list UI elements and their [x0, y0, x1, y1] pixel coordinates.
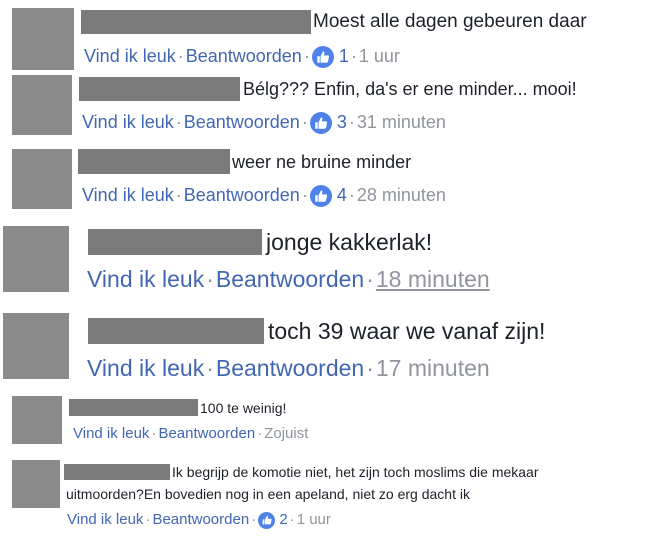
comment-text: Bélg??? Enfin, da's er ene minder... moo… [243, 79, 577, 99]
comment-actions: Vind ik leuk · Beantwoorden · 1 · 1 uur [84, 46, 400, 69]
comment-actions: Vind ik leuk · Beantwoorden · 2 · 1 uur [67, 511, 331, 529]
reaction-count[interactable]: 3 [337, 112, 347, 132]
redacted-author-name [64, 464, 170, 480]
timestamp[interactable]: 18 minuten [376, 266, 490, 292]
avatar[interactable] [3, 226, 69, 292]
comment-text: Moest alle dagen gebeuren daar [313, 11, 587, 32]
reply-link[interactable]: Beantwoorden [216, 266, 364, 292]
timestamp[interactable]: 1 uur [359, 46, 400, 66]
comment-actions: Vind ik leuk · Beantwoorden · 3 · 31 minuten [82, 112, 446, 135]
reaction-count[interactable]: 4 [337, 185, 347, 205]
reply-link[interactable]: Beantwoorden [186, 46, 302, 66]
redacted-author-name [88, 318, 264, 344]
reply-link[interactable]: Beantwoorden [216, 355, 364, 381]
avatar[interactable] [12, 149, 72, 209]
like-link[interactable]: Vind ik leuk [67, 511, 143, 528]
comment-text-line-1: Ik begrijp de komotie niet, het zijn toc… [172, 464, 539, 480]
reply-link[interactable]: Beantwoorden [184, 112, 300, 132]
thumbs-up-icon[interactable] [309, 185, 332, 208]
like-link[interactable]: Vind ik leuk [87, 355, 204, 381]
redacted-author-name [81, 10, 311, 34]
avatar[interactable] [3, 313, 69, 379]
like-link[interactable]: Vind ik leuk [84, 46, 176, 66]
comment-5: toch 39 waar we vanaf zijn! Vind ik leuk… [0, 308, 610, 393]
comment-6: 100 te weinig! Vind ik leuk · Beantwoorden… [0, 393, 650, 448]
comment-4: jonge kakkerlak! Vind ik leuk·Beantwoord… [0, 220, 610, 305]
timestamp[interactable]: Zojuist [264, 425, 308, 442]
comment-actions: Vind ik leuk·Beantwoorden·18 minuten [87, 266, 490, 292]
redacted-author-name [88, 229, 262, 255]
comment-text: toch 39 waar we vanaf zijn! [268, 318, 546, 344]
reply-link[interactable]: Beantwoorden [184, 185, 300, 205]
timestamp[interactable]: 28 minuten [357, 185, 446, 205]
reply-link[interactable]: Beantwoorden [158, 425, 255, 442]
like-link[interactable]: Vind ik leuk [73, 425, 149, 442]
redacted-author-name [78, 149, 230, 174]
comment-7: Ik begrijp de komotie niet, het zijn toc… [0, 455, 666, 560]
comment-text-line-2: uitmoorden?En bovedien nog in een apelan… [66, 486, 470, 502]
comment-text: jonge kakkerlak! [266, 229, 433, 255]
like-link[interactable]: Vind ik leuk [82, 185, 174, 205]
avatar[interactable] [12, 460, 60, 508]
reaction-count[interactable]: 2 [279, 511, 287, 528]
comment-3: weer ne bruine minder Vind ik leuk · Beant… [0, 143, 640, 213]
thumbs-up-icon[interactable] [311, 46, 334, 69]
thumbs-up-icon[interactable] [309, 112, 332, 135]
avatar[interactable] [12, 396, 62, 444]
comment-actions: Vind ik leuk · Beantwoorden · 4 · 28 minuten [82, 185, 446, 208]
comment-1: Moest alle dagen gebeuren daar Vind ik l… [0, 0, 666, 70]
timestamp[interactable]: 1 uur [297, 511, 331, 528]
avatar[interactable] [12, 75, 72, 135]
timestamp[interactable]: 31 minuten [357, 112, 446, 132]
redacted-author-name [69, 399, 198, 416]
comment-2: Bélg??? Enfin, da's er ene minder... moo… [0, 70, 640, 140]
thumbs-up-icon[interactable] [258, 511, 276, 529]
timestamp[interactable]: 17 minuten [376, 355, 490, 381]
like-link[interactable]: Vind ik leuk [87, 266, 204, 292]
like-link[interactable]: Vind ik leuk [82, 112, 174, 132]
comment-text: weer ne bruine minder [232, 152, 412, 172]
comment-actions: Vind ik leuk · Beantwoorden · Zojuist [73, 425, 309, 442]
redacted-author-name [79, 77, 240, 101]
reaction-count[interactable]: 1 [339, 46, 349, 66]
comment-actions: Vind ik leuk·Beantwoorden·17 minuten [87, 355, 490, 381]
comment-text: 100 te weinig! [200, 400, 287, 416]
avatar[interactable] [12, 8, 74, 70]
reply-link[interactable]: Beantwoorden [152, 511, 249, 528]
